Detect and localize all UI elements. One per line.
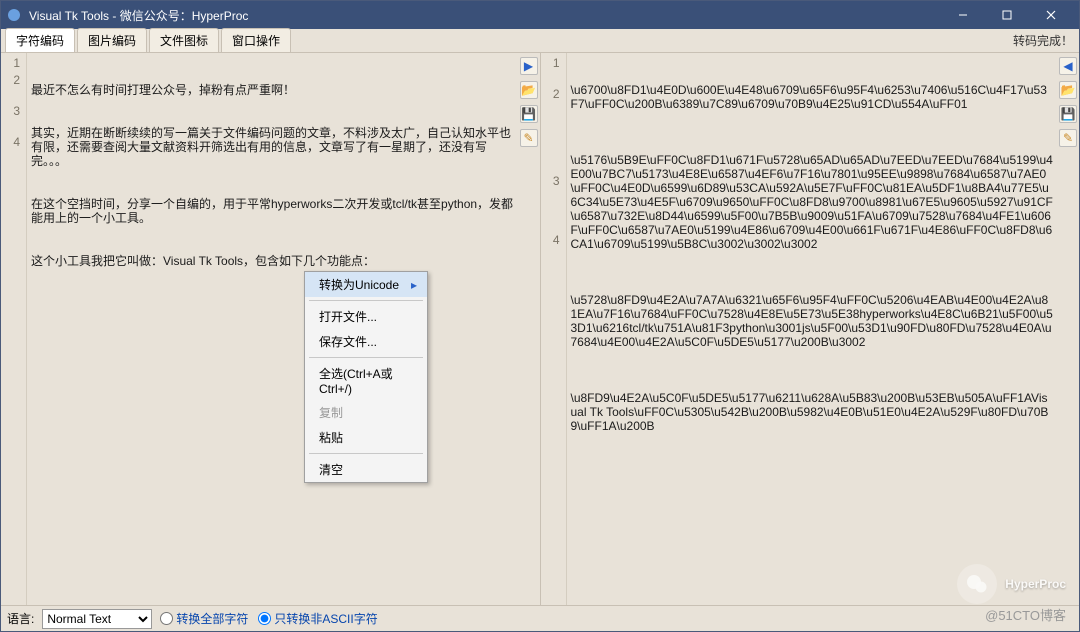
lang-label: 语言: xyxy=(7,610,34,627)
right-pane: 1 2 3 4 \u6700\u8FD1\u4E0D\u600E\u4E48\u… xyxy=(540,53,1080,605)
text-line: \u8FD9\u4E2A\u5C0F\u5DE5\u5177\u6211\u62… xyxy=(571,391,1054,433)
submenu-arrow-icon: ▸ xyxy=(411,278,417,292)
text-line: 最近不怎么有时间打理公众号，掉粉有点严重啊！ xyxy=(31,83,514,97)
radio-convert-nonascii[interactable]: 只转换非ASCII字符 xyxy=(258,610,377,627)
save-icon[interactable]: 💾 xyxy=(1059,105,1077,123)
menu-label: 转换为Unicode xyxy=(319,276,399,293)
status-text: 转码完成！ xyxy=(1013,32,1073,49)
right-text-area[interactable]: \u6700\u8FD1\u4E0D\u600E\u4E48\u6709\u65… xyxy=(567,53,1058,605)
arrow-right-icon[interactable]: ▶ xyxy=(520,57,538,75)
app-window: Visual Tk Tools - 微信公众号：HyperProc 字符编码 图… xyxy=(0,0,1080,632)
context-menu: 转换为Unicode ▸ 打开文件... 保存文件... 全选(Ctrl+A或C… xyxy=(304,271,428,483)
radio-group: 转换全部字符 只转换非ASCII字符 xyxy=(160,610,377,627)
menu-select-all[interactable]: 全选(Ctrl+A或Ctrl+/) xyxy=(305,361,427,400)
menu-separator xyxy=(309,453,423,454)
text-line: \u6700\u8FD1\u4E0D\u600E\u4E48\u6709\u65… xyxy=(571,83,1054,111)
arrow-left-icon[interactable]: ◀ xyxy=(1059,57,1077,75)
left-side-icons: ▶ 📂 💾 ✎ xyxy=(518,53,540,605)
text-line: 其实，近期在断断续续的写一篇关于文件编码问题的文章，不料涉及太广，自己认知水平也… xyxy=(31,126,514,168)
tab-char-encoding[interactable]: 字符编码 xyxy=(5,28,75,52)
folder-open-icon[interactable]: 📂 xyxy=(520,81,538,99)
titlebar: Visual Tk Tools - 微信公众号：HyperProc xyxy=(1,1,1079,29)
left-pane: 1 2 3 4 最近不怎么有时间打理公众号，掉粉有点严重啊！ 其实，近期在断断续… xyxy=(1,53,540,605)
radio-convert-all-input[interactable] xyxy=(160,612,173,625)
window-title: Visual Tk Tools - 微信公众号：HyperProc xyxy=(29,7,941,24)
lang-select[interactable]: Normal Text xyxy=(42,609,152,629)
close-button[interactable] xyxy=(1029,1,1073,29)
line-number: 1 xyxy=(1,55,26,71)
tab-image-encoding[interactable]: 图片编码 xyxy=(77,28,147,52)
edit-icon[interactable]: ✎ xyxy=(520,129,538,147)
right-gutter: 1 2 3 4 xyxy=(541,53,567,605)
tab-file-icon[interactable]: 文件图标 xyxy=(149,28,219,52)
minimize-button[interactable] xyxy=(941,1,985,29)
menu-convert-unicode[interactable]: 转换为Unicode ▸ xyxy=(305,272,427,297)
menu-open-file[interactable]: 打开文件... xyxy=(305,304,427,329)
radio-label: 只转换非ASCII字符 xyxy=(274,610,377,627)
line-number: 2 xyxy=(541,86,566,102)
menu-separator xyxy=(309,300,423,301)
left-gutter: 1 2 3 4 xyxy=(1,53,27,605)
menu-separator xyxy=(309,357,423,358)
tab-window-op[interactable]: 窗口操作 xyxy=(221,28,291,52)
folder-open-icon[interactable]: 📂 xyxy=(1059,81,1077,99)
line-number: 1 xyxy=(541,55,566,71)
tab-bar: 字符编码 图片编码 文件图标 窗口操作 转码完成！ xyxy=(1,29,1079,53)
line-number: 4 xyxy=(1,134,26,150)
radio-convert-all[interactable]: 转换全部字符 xyxy=(160,610,248,627)
left-text-area[interactable]: 最近不怎么有时间打理公众号，掉粉有点严重啊！ 其实，近期在断断续续的写一篇关于文… xyxy=(27,53,518,605)
maximize-button[interactable] xyxy=(985,1,1029,29)
app-icon xyxy=(7,7,23,23)
content-area: 1 2 3 4 最近不怎么有时间打理公众号，掉粉有点严重啊！ 其实，近期在断断续… xyxy=(1,53,1079,605)
text-line: 这个小工具我把它叫做：Visual Tk Tools，包含如下几个功能点： xyxy=(31,254,514,268)
text-line: \u5176\u5B9E\uFF0C\u8FD1\u671F\u5728\u65… xyxy=(571,153,1054,251)
menu-clear[interactable]: 清空 xyxy=(305,457,427,482)
line-number: 3 xyxy=(1,103,26,119)
radio-label: 转换全部字符 xyxy=(176,610,248,627)
line-number: 2 xyxy=(1,72,26,88)
edit-icon[interactable]: ✎ xyxy=(1059,129,1077,147)
bottom-bar: 语言: Normal Text 转换全部字符 只转换非ASCII字符 xyxy=(1,605,1079,631)
text-line: \u5728\u8FD9\u4E2A\u7A7A\u6321\u65F6\u95… xyxy=(571,293,1054,349)
menu-copy: 复制 xyxy=(305,400,427,425)
menu-paste[interactable]: 粘贴 xyxy=(305,425,427,450)
save-icon[interactable]: 💾 xyxy=(520,105,538,123)
line-number: 3 xyxy=(541,173,566,189)
right-side-icons: ◀ 📂 💾 ✎ xyxy=(1057,53,1079,605)
text-line: 在这个空挡时间，分享一个自编的，用于平常hyperworks二次开发或tcl/t… xyxy=(31,197,514,225)
menu-save-file[interactable]: 保存文件... xyxy=(305,329,427,354)
line-number: 4 xyxy=(541,232,566,248)
radio-convert-nonascii-input[interactable] xyxy=(258,612,271,625)
